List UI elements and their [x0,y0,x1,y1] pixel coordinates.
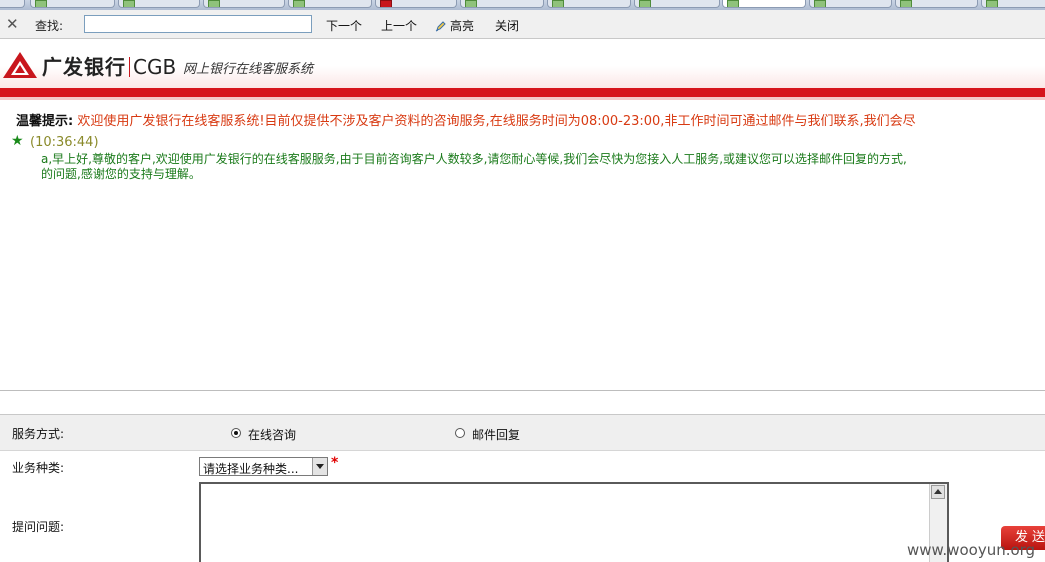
find-input[interactable] [84,15,312,33]
message-line: 的问题,感谢您的支持与理解。 [41,167,201,181]
cgb-logo-icon [3,52,37,78]
service-method-row: 服务方式: 在线咨询 邮件回复 [0,415,1045,451]
page-icon [900,0,912,7]
message-text: a,早上好,尊敬的客户,欢迎使用广发银行的在线客服服务,由于目前咨询客户人数较多… [41,152,1045,182]
find-prev-button[interactable]: 上一个 [381,17,417,34]
highlight-button[interactable]: 高亮 [435,17,474,34]
highlight-label: 高亮 [450,19,475,33]
radio-email[interactable] [455,428,465,438]
page-icon [293,0,305,7]
browser-tab[interactable] [981,0,1045,8]
browser-tab[interactable] [288,0,372,8]
browser-tab[interactable] [0,0,25,8]
question-form: 服务方式: 在线咨询 邮件回复 业务种类: 请选择业务种类... * 提问问题:… [0,414,1045,562]
required-mark: * [331,455,339,471]
chat-message-area[interactable]: ★ (10:36:44) a,早上好,尊敬的客户,欢迎使用广发银行的在线客服服务… [0,128,1045,390]
category-select-value: 请选择业务种类... [203,462,299,476]
chevron-down-icon[interactable] [312,458,327,475]
page-icon [380,0,392,7]
radio-email-label[interactable]: 邮件回复 [472,426,520,443]
browser-tab[interactable] [118,0,200,8]
highlight-pen-icon [435,21,446,32]
find-bar: ✕ 查找: 下一个 上一个 高亮 关闭 [0,10,1045,39]
page-icon [123,0,135,7]
header-red-bar-shadow [0,97,1045,100]
question-label: 提问问题: [12,520,65,534]
browser-tab[interactable] [460,0,544,8]
page-icon [727,0,739,7]
page-icon [814,0,826,7]
brand-name: 广发银行 CGB [42,51,176,80]
brand-separator [129,57,130,77]
page-icon [639,0,651,7]
scroll-up-icon[interactable] [931,485,945,499]
browser-tab[interactable] [895,0,978,8]
notice-banner: 温馨提示: 欢迎使用广发银行在线客服系统!目前仅提供不涉及客户资料的咨询服务,在… [16,110,916,129]
brand-name-en: CGB [133,55,177,79]
browser-tab[interactable] [634,0,720,8]
service-method-label: 服务方式: [12,427,65,441]
find-close-button[interactable]: 关闭 [495,17,519,34]
page-icon [465,0,477,7]
category-select[interactable]: 请选择业务种类... [199,457,328,476]
browser-tab[interactable] [547,0,631,8]
category-label: 业务种类: [12,461,65,475]
radio-online[interactable] [231,428,241,438]
page-icon [208,0,220,7]
close-icon[interactable]: ✕ [6,16,19,32]
page-icon [552,0,564,7]
star-icon: ★ [11,133,24,149]
site-header: 广发银行 CGB 网上银行在线客服系统 [0,39,1045,88]
notice-label: 温馨提示: [16,114,74,129]
header-red-bar [0,88,1045,97]
page-icon [35,0,47,7]
find-label: 查找: [35,19,64,33]
find-next-button[interactable]: 下一个 [326,17,362,34]
browser-tab[interactable] [375,0,457,8]
brand-name-cn: 广发银行 [42,55,126,79]
system-subtitle: 网上银行在线客服系统 [183,62,314,77]
browser-tab-active[interactable] [722,0,806,8]
browser-tab-strip [0,0,1045,10]
page-icon [986,0,998,7]
question-textarea[interactable] [199,482,949,562]
browser-tab[interactable] [30,0,115,8]
message-line: a,早上好,尊敬的客户,欢迎使用广发银行的在线客服服务,由于目前咨询客户人数较多… [41,152,907,166]
watermark: www.wooyun.org [907,541,1036,559]
message-time: (10:36:44) [30,135,99,150]
divider [0,390,1045,391]
browser-tab[interactable] [203,0,285,8]
notice-text: 欢迎使用广发银行在线客服系统!目前仅提供不涉及客户资料的咨询服务,在线服务时间为… [77,114,916,129]
browser-tab[interactable] [809,0,892,8]
radio-online-label[interactable]: 在线咨询 [248,426,296,443]
